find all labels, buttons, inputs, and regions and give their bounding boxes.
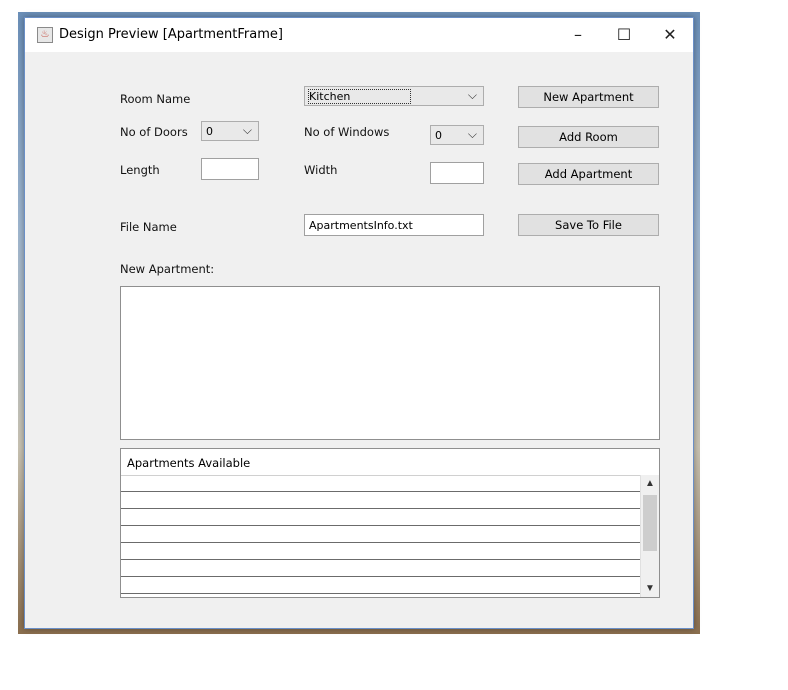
- window-title: Design Preview [ApartmentFrame]: [59, 27, 283, 42]
- room-name-label: Room Name: [120, 92, 191, 106]
- doors-value: 0: [206, 125, 213, 138]
- minimize-button[interactable]: –: [555, 18, 601, 52]
- table-row[interactable]: [121, 475, 640, 492]
- new-apartment-label: New Apartment:: [120, 262, 215, 276]
- chevron-down-icon[interactable]: ▼: [641, 580, 659, 597]
- title-bar[interactable]: ♨ Design Preview [ApartmentFrame] – ☐ ✕: [25, 18, 693, 52]
- table-header[interactable]: Apartments Available: [121, 449, 640, 476]
- table-vertical-scrollbar[interactable]: ▲ ▼: [640, 475, 659, 597]
- windows-value: 0: [435, 129, 442, 142]
- doors-label: No of Doors: [120, 125, 188, 139]
- close-button[interactable]: ✕: [647, 18, 693, 52]
- java-cup-icon: ♨: [37, 27, 53, 43]
- room-name-value: Kitchen: [307, 89, 412, 104]
- apartment-frame-window: ♨ Design Preview [ApartmentFrame] – ☐ ✕ …: [24, 17, 694, 629]
- room-name-dropdown[interactable]: Kitchen ⌵: [304, 86, 484, 106]
- new-apartment-textarea[interactable]: [120, 286, 660, 440]
- file-name-label: File Name: [120, 220, 177, 234]
- windows-dropdown[interactable]: 0 ⌵: [430, 125, 484, 145]
- table-header-corner: [641, 449, 659, 475]
- doors-dropdown[interactable]: 0 ⌵: [201, 121, 259, 141]
- table-row[interactable]: [121, 577, 640, 594]
- table-row[interactable]: [121, 560, 640, 577]
- file-name-field[interactable]: ApartmentsInfo.txt: [304, 214, 484, 236]
- new-apartment-button[interactable]: New Apartment: [518, 86, 659, 108]
- width-field[interactable]: [430, 162, 484, 184]
- chevron-down-icon: ⌵: [467, 127, 477, 141]
- table-row[interactable]: [121, 526, 640, 543]
- scrollbar-thumb[interactable]: [643, 495, 657, 551]
- length-field[interactable]: [201, 158, 259, 180]
- chevron-up-icon[interactable]: ▲: [641, 475, 659, 492]
- save-to-file-button[interactable]: Save To File: [518, 214, 659, 236]
- chevron-down-icon: ⌵: [242, 123, 252, 137]
- add-room-button[interactable]: Add Room: [518, 126, 659, 148]
- apartments-table[interactable]: Apartments Available ▲ ▼: [120, 448, 660, 598]
- table-row[interactable]: [121, 492, 640, 509]
- maximize-button[interactable]: ☐: [601, 18, 647, 52]
- table-header-label: Apartments Available: [127, 456, 251, 470]
- add-apartment-button[interactable]: Add Apartment: [518, 163, 659, 185]
- table-row[interactable]: [121, 543, 640, 560]
- chevron-down-icon: ⌵: [467, 88, 477, 102]
- width-label: Width: [304, 163, 338, 177]
- table-row[interactable]: [121, 509, 640, 526]
- length-label: Length: [120, 163, 160, 177]
- file-name-value: ApartmentsInfo.txt: [309, 219, 413, 232]
- windows-label: No of Windows: [304, 125, 390, 139]
